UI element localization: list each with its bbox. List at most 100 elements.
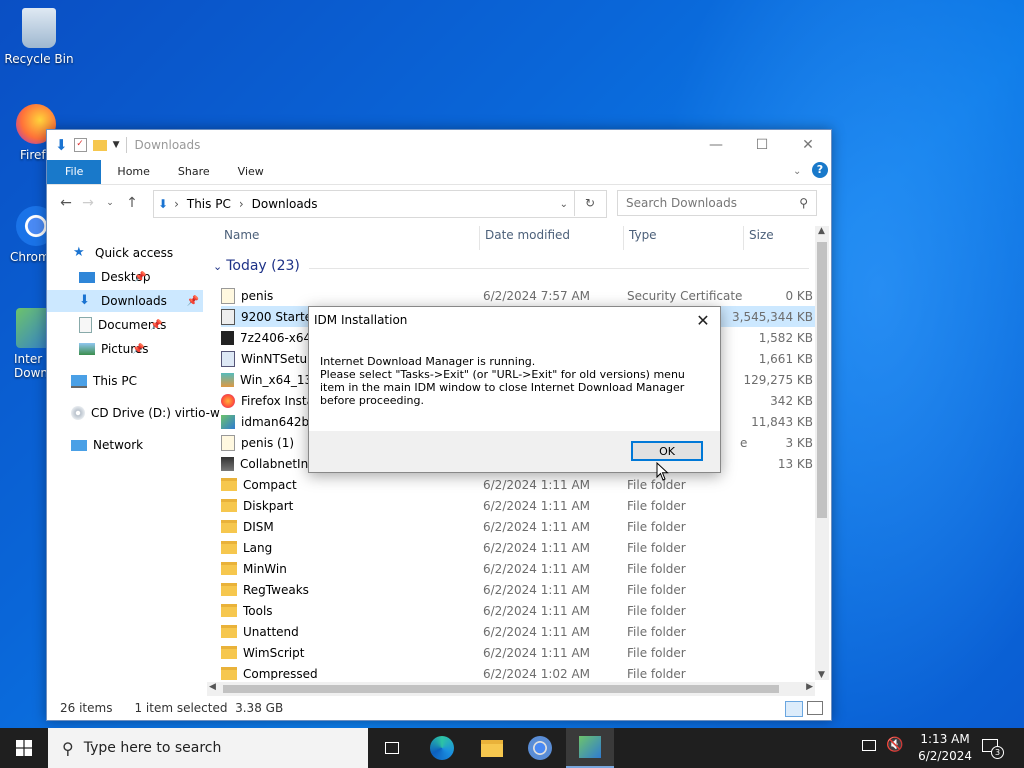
forward-button[interactable]: → bbox=[77, 195, 99, 211]
horizontal-scrollbar[interactable]: ◀ ▶ bbox=[207, 682, 815, 696]
properties-checkbox-icon[interactable]: ✓ bbox=[73, 138, 87, 152]
table-row[interactable]: Compact 6/2/2024 1:11 AM File folder bbox=[221, 474, 819, 495]
file-name: Compact bbox=[243, 477, 297, 492]
dialog-message: Internet Download Manager is running. Pl… bbox=[320, 355, 710, 407]
cd-drive-icon bbox=[71, 406, 85, 420]
address-dropdown-icon[interactable]: ⌄ bbox=[560, 199, 568, 210]
file-name: Diskpart bbox=[243, 498, 294, 513]
notification-count-badge: 3 bbox=[991, 746, 1004, 759]
system-clock[interactable]: 1:13 AM 6/2/2024 bbox=[918, 731, 972, 765]
column-divider[interactable] bbox=[623, 226, 624, 250]
nav-documents[interactable]: Documents 📌 bbox=[47, 314, 166, 336]
vertical-scrollbar[interactable]: ▲ ▼ bbox=[815, 226, 829, 680]
expand-ribbon-icon[interactable]: ⌄ bbox=[793, 166, 801, 177]
tab-file[interactable]: File bbox=[47, 160, 102, 184]
task-view-button[interactable] bbox=[368, 728, 416, 768]
close-button[interactable]: ✕ bbox=[785, 130, 831, 160]
table-row[interactable]: penis 6/2/2024 7:57 AM Security Certific… bbox=[221, 285, 819, 306]
refresh-button[interactable]: ↻ bbox=[574, 190, 605, 216]
up-button[interactable]: ↑ bbox=[121, 195, 143, 211]
tab-home[interactable]: Home bbox=[101, 160, 163, 184]
table-row[interactable]: Lang 6/2/2024 1:11 AM File folder bbox=[221, 537, 819, 558]
details-view-icon[interactable] bbox=[785, 701, 803, 717]
taskbar-edge[interactable] bbox=[418, 728, 466, 768]
installer-icon bbox=[221, 456, 234, 471]
table-row[interactable]: Tools 6/2/2024 1:11 AM File folder bbox=[221, 600, 819, 621]
pin-icon[interactable]: 📌 bbox=[132, 344, 144, 355]
file-type: e bbox=[740, 435, 748, 450]
nav-quick-access[interactable]: ★ Quick access bbox=[47, 242, 173, 264]
nav-cd-drive[interactable]: CD Drive (D:) virtio-w bbox=[47, 402, 220, 424]
back-button[interactable]: ← bbox=[55, 195, 77, 211]
scrollbar-thumb[interactable] bbox=[223, 685, 779, 693]
nav-downloads[interactable]: ⬇ Downloads 📌 bbox=[47, 290, 203, 312]
address-box[interactable]: ⬇ › This PC › Downloads ⌄ bbox=[153, 190, 607, 218]
notifications-button[interactable]: 3 bbox=[980, 736, 1004, 760]
table-row[interactable]: Unattend 6/2/2024 1:11 AM File folder bbox=[221, 621, 819, 642]
column-divider[interactable] bbox=[479, 226, 480, 250]
quick-access-dropdown-icon[interactable]: ▼ bbox=[113, 140, 120, 150]
nav-pictures[interactable]: Pictures 📌 bbox=[47, 338, 149, 360]
folder-icon bbox=[221, 562, 237, 575]
maximize-button[interactable]: ☐ bbox=[739, 130, 785, 160]
taskbar-chrome[interactable] bbox=[516, 728, 564, 768]
taskbar-search-box[interactable]: ⚲ Type here to search bbox=[48, 728, 368, 768]
table-row[interactable]: RegTweaks 6/2/2024 1:11 AM File folder bbox=[221, 579, 819, 600]
network-tray-icon[interactable] bbox=[862, 740, 876, 751]
table-row[interactable]: Diskpart 6/2/2024 1:11 AM File folder bbox=[221, 495, 819, 516]
scroll-left-icon[interactable]: ◀ bbox=[209, 682, 216, 692]
pin-icon[interactable]: 📌 bbox=[134, 272, 146, 283]
file-name: Lang bbox=[243, 540, 273, 555]
nav-desktop[interactable]: Desktop 📌 bbox=[47, 266, 151, 288]
large-icons-view-icon[interactable] bbox=[807, 701, 823, 715]
table-row[interactable]: Compressed 6/2/2024 1:02 AM File folder bbox=[221, 663, 819, 680]
file-size: 1,582 KB bbox=[758, 330, 813, 345]
group-header-today[interactable]: ⌄ Today (23) bbox=[213, 258, 809, 274]
table-row[interactable]: WimScript 6/2/2024 1:11 AM File folder bbox=[221, 642, 819, 663]
folder-icon bbox=[221, 478, 237, 491]
new-folder-icon[interactable] bbox=[92, 139, 107, 151]
file-date: 6/2/2024 1:11 AM bbox=[483, 582, 591, 597]
desktop-icon bbox=[79, 271, 95, 283]
start-button[interactable] bbox=[0, 728, 48, 768]
ok-button[interactable]: OK bbox=[631, 441, 703, 461]
dialog-message-line: Please select "Tasks->Exit" (or "URL->Ex… bbox=[320, 368, 685, 407]
taskbar-idm-installer[interactable] bbox=[566, 728, 614, 768]
pin-icon[interactable]: 📌 bbox=[150, 320, 162, 331]
desktop-icon-idm[interactable]: Inter Down bbox=[0, 308, 56, 380]
scroll-up-icon[interactable]: ▲ bbox=[818, 226, 825, 236]
folder-icon bbox=[221, 667, 237, 680]
minimize-button[interactable]: — bbox=[693, 130, 739, 160]
help-icon[interactable]: ? bbox=[812, 162, 828, 178]
dialog-close-button[interactable]: ✕ bbox=[692, 310, 714, 330]
recent-locations-icon[interactable]: ⌄ bbox=[99, 198, 121, 208]
title-bar[interactable]: ⬇ ✓ ▼ Downloads — ☐ ✕ bbox=[47, 130, 831, 160]
table-row[interactable]: DISM 6/2/2024 1:11 AM File folder bbox=[221, 516, 819, 537]
scrollbar-thumb[interactable] bbox=[817, 242, 827, 518]
scroll-right-icon[interactable]: ▶ bbox=[806, 682, 813, 692]
file-type: File folder bbox=[627, 603, 686, 618]
column-size[interactable]: Size bbox=[749, 228, 774, 248]
column-date-modified[interactable]: Date modified bbox=[485, 228, 570, 248]
column-type[interactable]: Type bbox=[629, 228, 657, 248]
pin-icon[interactable]: 📌 bbox=[187, 296, 199, 307]
download-arrow-icon: ⬇ bbox=[55, 136, 68, 154]
column-name[interactable]: Name bbox=[224, 228, 259, 248]
desktop-icon-recycle-bin[interactable]: Recycle Bin bbox=[3, 8, 75, 66]
breadcrumb-downloads[interactable]: Downloads bbox=[252, 197, 318, 211]
file-size: 3,545,344 KB bbox=[732, 309, 813, 324]
nav-network[interactable]: Network bbox=[47, 434, 143, 456]
search-input[interactable]: Search Downloads ⚲ bbox=[617, 190, 817, 216]
tab-view[interactable]: View bbox=[224, 160, 278, 184]
volume-muted-icon[interactable]: 🔇 bbox=[886, 737, 903, 753]
file-type: Security Certificate bbox=[627, 288, 743, 303]
iso-file-icon bbox=[221, 308, 235, 325]
idm-installation-dialog[interactable]: IDM Installation ✕ Internet Download Man… bbox=[308, 306, 721, 473]
tab-share[interactable]: Share bbox=[164, 160, 224, 184]
table-row[interactable]: MinWin 6/2/2024 1:11 AM File folder bbox=[221, 558, 819, 579]
column-divider[interactable] bbox=[743, 226, 744, 250]
taskbar-file-explorer[interactable] bbox=[468, 728, 516, 768]
breadcrumb-this-pc[interactable]: This PC bbox=[187, 197, 231, 211]
scroll-down-icon[interactable]: ▼ bbox=[818, 670, 825, 680]
nav-this-pc[interactable]: This PC bbox=[47, 370, 137, 392]
